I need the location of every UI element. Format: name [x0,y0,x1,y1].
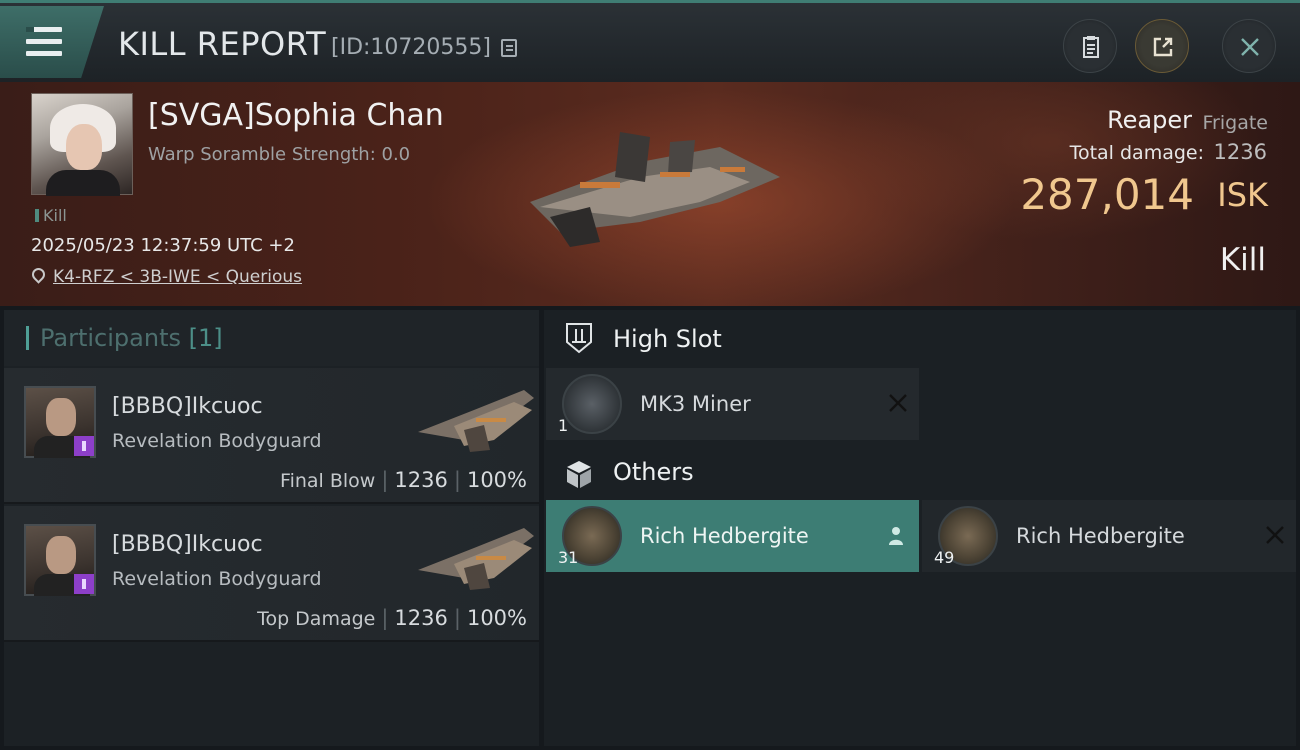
participant-ship: Revelation Bodyguard [112,568,322,590]
participant-ship-image [418,390,534,452]
item-card-mk3-miner[interactable]: 1 MK3 Miner [546,368,919,440]
others-title: Others [613,458,694,486]
stat-separator: | [381,468,389,492]
victim-ship-name: Reaper [1107,106,1192,134]
share-button[interactable] [1135,19,1189,73]
section-accent [26,326,29,350]
stat-separator: | [453,468,461,492]
avatar-head [46,398,76,436]
participants-header: Participants [1] [4,310,539,366]
isk-unit: ISK [1217,176,1268,214]
cargo-box-icon [567,461,591,488]
participant-row[interactable]: [BBBQ]Ikcuoc Revelation Bodyguard Final … [4,368,539,504]
item-name: Rich Hedbergite [640,524,809,548]
menu-icon-bar [26,39,62,44]
item-quantity: 1 [558,416,569,435]
close-button[interactable] [1222,19,1276,73]
participant-avatar[interactable] [24,386,96,458]
high-slot-icon [566,323,592,354]
close-icon [1241,38,1259,56]
item-thumbnail [562,374,622,434]
participant-damage: 1236 [394,468,448,492]
info-badge-icon [74,574,94,594]
page-title: KILL REPORT [118,25,327,63]
clipboard-icon [1083,36,1099,58]
clipboard-button[interactable] [1063,19,1117,73]
victim-ship-class: Frigate [1202,112,1268,134]
participant-stat-label: Final Blow [280,470,376,492]
item-card-rich-hedbergite-destroyed[interactable]: 49 Rich Hedbergite [922,500,1296,572]
participant-name: [BBBQ]Ikcuoc [112,394,263,419]
kill-timestamp: 2025/05/23 12:37:59 UTC +2 [31,235,295,256]
victim-name[interactable]: [SVGA]Sophia Chan [148,98,444,133]
victim-ship-image [530,132,780,247]
avatar-head [46,536,76,574]
participant-percent: 100% [466,606,527,630]
stat-separator: | [453,606,461,630]
isk-value: 287,014 [1020,170,1194,219]
avatar-face [66,124,102,170]
item-name: Rich Hedbergite [1016,524,1185,548]
item-quantity: 31 [558,548,579,567]
participant-avatar[interactable] [24,524,96,596]
warp-scramble-strength: Warp Soramble Strength: 0.0 [148,144,411,165]
menu-icon [26,27,62,32]
items-panel: High Slot 1 MK3 Miner Others 31 Rich Hed… [544,310,1296,746]
location-pin-icon [29,265,48,284]
participant-ship-image [418,528,534,590]
menu-button[interactable] [0,6,104,78]
copy-icon[interactable] [501,39,517,57]
item-card-rich-hedbergite-dropped[interactable]: 31 Rich Hedbergite [546,500,919,572]
kill-tag: Kill [35,206,67,225]
header-bar: KILL REPORT [ID:10720555] [0,0,1300,82]
share-icon [1153,37,1173,57]
participant-stat-label: Top Damage [257,608,376,630]
kill-result: Kill [1219,242,1266,278]
total-damage-value: 1236 [1213,140,1267,164]
person-icon [889,527,903,545]
victim-avatar[interactable] [31,93,133,196]
high-slot-title: High Slot [613,325,722,353]
item-quantity: 49 [934,548,955,567]
participant-stats: Final Blow | 1236 | 100% [280,468,527,492]
destroyed-x-icon [1266,526,1284,544]
item-name: MK3 Miner [640,392,751,416]
participant-damage: 1236 [394,606,448,630]
participant-row[interactable]: [BBBQ]Ikcuoc Revelation Bodyguard Top Da… [4,506,539,642]
participants-panel: Participants [1] [BBBQ]Ikcuoc Revelation… [4,310,539,746]
total-damage-label: Total damage: [1069,142,1204,164]
participant-stats: Top Damage | 1236 | 100% [257,606,527,630]
participant-ship: Revelation Bodyguard [112,430,322,452]
stat-separator: | [381,606,389,630]
participant-name: [BBBQ]Ikcuoc [112,532,263,557]
participant-percent: 100% [466,468,527,492]
destroyed-x-icon [889,394,907,412]
participants-title: Participants [1] [40,324,223,352]
report-id: [ID:10720555] [331,35,491,60]
avatar-suit [46,170,120,196]
info-badge-icon [74,436,94,456]
victim-banner: [SVGA]Sophia Chan Warp Soramble Strength… [0,82,1300,306]
menu-icon-bar [26,51,62,56]
participants-label: Participants [40,324,181,352]
participants-count: [1] [188,324,223,352]
location-link[interactable]: K4-RFZ < 3B-IWE < Querious [53,267,302,287]
